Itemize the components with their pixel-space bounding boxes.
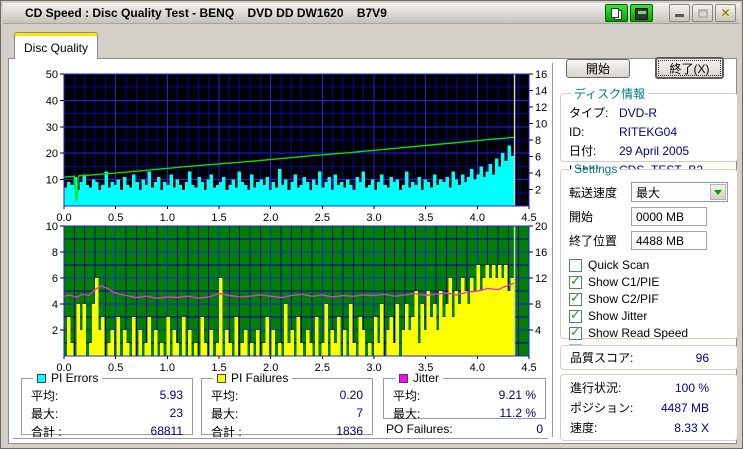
position-value: 4487 MB <box>660 400 709 415</box>
max-label: 最大: <box>393 406 421 421</box>
settings-group: Settings 転送速度 最大 開始 0000 MB 終了位置 4488 MB… <box>560 162 738 357</box>
window-title: CD Speed : Disc Quality Test - BENQ DVD … <box>25 6 387 20</box>
jitter-avg: 9.21 % <box>498 388 536 402</box>
disc-type-value: DVD-R <box>619 105 657 120</box>
po-failures-label: PO Failures: <box>386 422 453 436</box>
checkbox-label: Show C2/PIF <box>588 292 659 306</box>
tab-disc-quality[interactable]: Disc Quality <box>14 32 98 59</box>
checkbox-quick-scan[interactable]: Quick Scan <box>569 257 737 273</box>
copy-icon[interactable] <box>605 4 628 22</box>
progress-value: 100 % <box>674 380 709 395</box>
avg-label: 平均: <box>31 388 59 403</box>
max-label: 最大: <box>211 406 239 421</box>
pi-errors-legend-box: PI Errors 平均: 5.93 最大: 23 合計 : 68811 <box>21 371 193 439</box>
disc-date-value: 29 April 2005 <box>619 143 690 158</box>
tab-label: Disc Quality <box>23 40 88 55</box>
disc-info-group: ディスク情報 タイプ: DVD-R ID: RITEKG04 日付: 29 April… <box>560 85 738 177</box>
checkbox-show-c1-pie[interactable]: ✓ Show C1/PIE <box>569 274 737 290</box>
total-label: 合計 : <box>211 424 242 439</box>
start-position-input[interactable]: 0000 MB <box>631 207 707 226</box>
end-position-label: 終了位置 <box>569 234 618 248</box>
maximize-button[interactable] <box>692 4 713 22</box>
disc-info-title: ディスク情報 <box>574 87 646 101</box>
checkbox-label: Show Jitter <box>588 309 648 323</box>
exit-button-label: 終了(X) <box>669 61 710 76</box>
progress-box: 進行状況: 100 % ポジション: 4487 MB 速度: 8.33 X <box>560 374 738 441</box>
checkbox-icon[interactable]: ✓ <box>569 274 582 289</box>
settings-title: Settings <box>574 162 618 176</box>
quality-score-value: 96 <box>695 350 709 365</box>
pi-failures-title: PI Failures <box>231 371 289 385</box>
po-failures-row: PO Failures: 0 <box>386 421 543 437</box>
panel-separator <box>552 63 554 437</box>
start-button[interactable]: 開始 <box>566 59 630 78</box>
jitter-swatch <box>399 373 408 383</box>
speed-label: 速度: <box>570 421 598 435</box>
checkbox-label: Quick Scan <box>588 258 650 272</box>
checkbox-icon[interactable]: ✓ <box>569 291 582 306</box>
pi-failures-total: 1836 <box>336 424 363 438</box>
pi-errors-max: 23 <box>169 406 183 420</box>
pi-failures-avg: 0.20 <box>339 388 363 402</box>
disc-id-value: RITEKG04 <box>619 124 678 139</box>
checkbox-show-c2-pif[interactable]: ✓ Show C2/PIF <box>569 291 737 307</box>
speed-value: 8.33 X <box>674 420 709 435</box>
checkbox-icon[interactable]: ✓ <box>569 308 582 323</box>
save-icon[interactable] <box>630 4 653 22</box>
po-failures-value: 0 <box>536 422 543 436</box>
checkbox-show-read-speed[interactable]: ✓ Show Read Speed <box>569 325 737 341</box>
start-button-label: 開始 <box>585 62 610 76</box>
disc-type-label: タイプ: <box>569 106 609 120</box>
pi-failures-max: 7 <box>356 406 363 420</box>
end-position-input[interactable]: 4488 MB <box>631 231 707 250</box>
pi-errors-avg: 5.93 <box>159 388 183 402</box>
pi-errors-swatch <box>37 373 46 383</box>
start-position-value: 0000 MB <box>636 209 685 224</box>
disc-date-label: 日付: <box>569 144 597 158</box>
quality-score-label: 品質スコア: <box>570 351 634 365</box>
checkbox-icon[interactable] <box>569 258 582 272</box>
checkbox-show-jitter[interactable]: ✓ Show Jitter <box>569 308 737 324</box>
start-position-label: 開始 <box>569 210 594 224</box>
disc-id-label: ID: <box>569 124 585 139</box>
jitter-title: Jitter <box>413 371 440 385</box>
total-label: 合計 : <box>31 424 62 439</box>
jitter-legend-box: Jitter 平均: 9.21 % 最大: 11.2 % <box>383 371 546 421</box>
avg-label: 平均: <box>211 388 239 403</box>
position-label: ポジション: <box>570 401 634 415</box>
chevron-down-icon[interactable] <box>710 184 726 200</box>
checkbox-label: Show Read Speed <box>588 326 689 340</box>
transfer-speed-value: 最大 <box>636 185 661 200</box>
checkbox-icon[interactable]: ✓ <box>569 325 582 340</box>
exit-button[interactable]: 終了(X) <box>655 57 724 79</box>
close-button[interactable]: ✕ <box>715 4 736 22</box>
max-label: 最大: <box>31 406 59 421</box>
quality-score-box: 品質スコア: 96 <box>560 345 738 370</box>
transfer-speed-label: 転送速度 <box>569 185 618 200</box>
transfer-speed-select[interactable]: 最大 <box>631 182 728 202</box>
pi-failures-swatch <box>217 373 226 383</box>
app-window: CD Speed : Disc Quality Test - BENQ DVD … <box>0 0 743 449</box>
progress-label: 進行状況: <box>570 381 622 395</box>
avg-label: 平均: <box>393 388 421 403</box>
end-position-value: 4488 MB <box>636 233 685 248</box>
checkbox-label: Show C1/PIE <box>588 275 660 289</box>
title-bar[interactable]: CD Speed : Disc Quality Test - BENQ DVD … <box>3 3 740 24</box>
pi-errors-total: 68811 <box>150 424 183 438</box>
minimize-button[interactable] <box>669 4 690 22</box>
pi-failures-legend-box: PI Failures 平均: 0.20 最大: 7 合計 : 1836 <box>201 371 373 439</box>
jitter-max: 11.2 % <box>499 406 536 420</box>
pi-errors-title: PI Errors <box>51 371 99 385</box>
